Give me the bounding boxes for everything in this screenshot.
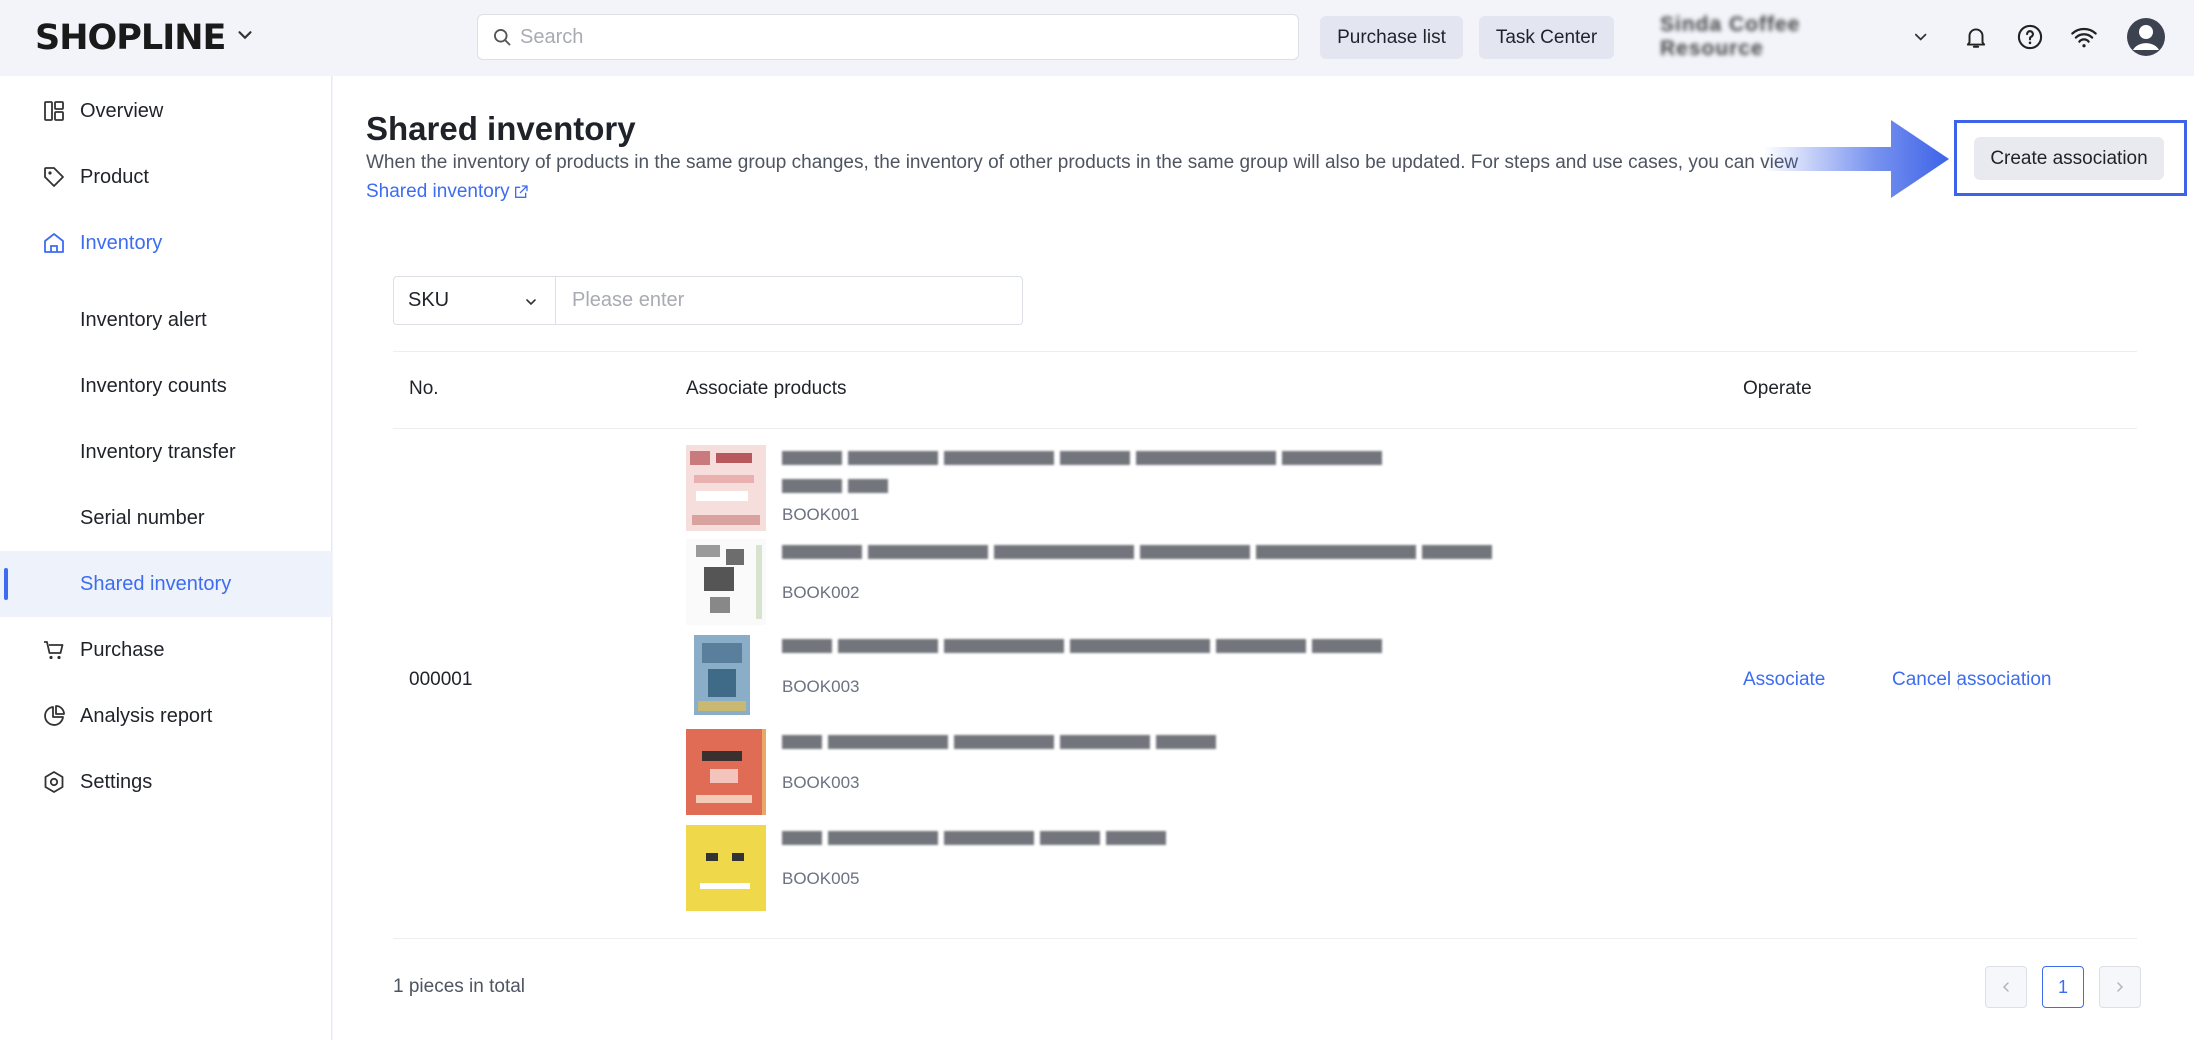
product-name-redacted: [782, 479, 894, 497]
product-thumbnail: [686, 729, 766, 815]
associated-product[interactable]: BOOK002: [686, 539, 1586, 625]
associated-product[interactable]: BOOK005: [686, 825, 1586, 911]
external-link-icon: [514, 185, 528, 198]
sidebar-item-purchase[interactable]: Purchase: [0, 617, 332, 683]
dashboard-icon: [44, 101, 64, 121]
warehouse-icon: [44, 233, 64, 253]
row-number: 000001: [409, 669, 473, 690]
purchase-list-button[interactable]: Purchase list: [1320, 16, 1463, 59]
sidebar-item-settings[interactable]: Settings: [0, 749, 332, 815]
associated-product[interactable]: BOOK003: [686, 633, 1586, 719]
page-title: Shared inventory: [366, 110, 636, 147]
associated-product[interactable]: BOOK001: [686, 445, 1586, 531]
search-input[interactable]: [520, 21, 1280, 53]
sidebar-item-label: Analysis report: [80, 704, 213, 727]
table-header: No. Associate products Operate: [393, 351, 2137, 429]
sidebar-item-label: Product: [80, 165, 149, 188]
column-header-no: No.: [409, 378, 439, 399]
sidebar-item-product[interactable]: Product: [0, 144, 332, 210]
shopline-logo[interactable]: SHOPLINE: [35, 18, 226, 58]
tag-icon: [44, 167, 64, 187]
product-thumbnail: [694, 635, 750, 715]
product-sku: BOOK005: [782, 869, 860, 888]
product-sku: BOOK003: [782, 773, 860, 792]
cancel-association-link[interactable]: Cancel association: [1892, 669, 2051, 691]
sidebar-item-label: Serial number: [80, 506, 205, 529]
sidebar-item-label: Settings: [80, 770, 153, 793]
filter-field-select[interactable]: SKU: [394, 277, 556, 324]
sidebar-item-label: Inventory transfer: [80, 440, 236, 463]
store-switcher[interactable]: Sinda Coffee Resource: [1660, 13, 1930, 60]
help-link-label: Shared inventory: [366, 181, 510, 202]
sku-filter: SKU: [393, 276, 1023, 325]
product-sku: BOOK002: [782, 583, 860, 602]
search-box[interactable]: [477, 14, 1299, 60]
create-association-button[interactable]: Create association: [1974, 137, 2164, 180]
product-name-redacted: [782, 735, 1222, 753]
cart-icon: [44, 641, 64, 660]
top-bar: SHOPLINE Purchase list Task Center Sinda…: [0, 0, 2194, 76]
page-description: When the inventory of products in the sa…: [366, 152, 1799, 173]
filter-field-value: SKU: [408, 289, 450, 311]
bell-icon[interactable]: [1959, 20, 1993, 54]
chevron-down-icon: [526, 299, 536, 306]
pie-chart-icon: [44, 705, 65, 726]
sidebar-subitem-serial-number[interactable]: Serial number: [0, 485, 332, 551]
sidebar-subitem-shared-inventory[interactable]: Shared inventory: [0, 551, 332, 617]
sidebar-subitem-inventory-alert[interactable]: Inventory alert: [0, 287, 332, 353]
search-icon: [494, 29, 511, 46]
total-count: 1 pieces in total: [393, 976, 526, 997]
chevron-right-icon: [2117, 982, 2124, 992]
product-sku: BOOK001: [782, 505, 860, 524]
filter-search-input[interactable]: [556, 277, 1022, 324]
product-name-redacted: [782, 451, 1388, 469]
shared-inventory-help-link[interactable]: Shared inventory: [366, 181, 529, 203]
hexagon-gear-icon: [44, 771, 64, 793]
store-name: Sinda Coffee Resource: [1660, 13, 1801, 60]
product-name-redacted: [782, 831, 1172, 849]
sidebar-subitem-inventory-transfer[interactable]: Inventory transfer: [0, 419, 332, 485]
column-header-products: Associate products: [686, 378, 847, 399]
sidebar-item-overview[interactable]: Overview: [0, 78, 332, 144]
product-name-redacted: [782, 545, 1498, 563]
pagination-next-button[interactable]: [2099, 966, 2141, 1008]
product-thumbnail: [686, 445, 766, 531]
task-center-button[interactable]: Task Center: [1479, 16, 1614, 59]
product-name-redacted: [782, 639, 1388, 657]
chevron-down-icon: [1914, 33, 1927, 41]
sidebar-item-label: Inventory alert: [80, 308, 207, 331]
product-sku: BOOK003: [782, 677, 860, 696]
wifi-icon[interactable]: [2067, 20, 2101, 54]
sidebar-item-label: Purchase: [80, 638, 165, 661]
sidebar-item-analysis-report[interactable]: Analysis report: [0, 683, 332, 749]
sidebar-item-label: Inventory: [80, 231, 163, 254]
sidebar: Overview Product Inventory Inventory ale…: [0, 76, 332, 1040]
product-thumbnail: [686, 825, 766, 911]
help-icon[interactable]: [2013, 20, 2047, 54]
avatar-icon[interactable]: [2126, 17, 2166, 57]
sidebar-item-label: Shared inventory: [80, 572, 232, 595]
associate-link[interactable]: Associate: [1743, 669, 1825, 691]
product-thumbnail: [686, 539, 766, 625]
main-content: Shared inventory When the inventory of p…: [333, 76, 2194, 1040]
pointer-arrow-icon: [1763, 120, 1949, 198]
sidebar-item-label: Overview: [80, 99, 164, 122]
associated-product[interactable]: BOOK003: [686, 729, 1586, 815]
pagination-prev-button[interactable]: [1985, 966, 2027, 1008]
column-header-operate: Operate: [1743, 378, 1812, 399]
sidebar-subitem-inventory-counts[interactable]: Inventory counts: [0, 353, 332, 419]
sidebar-item-inventory[interactable]: Inventory: [0, 210, 332, 276]
pagination-page-button[interactable]: 1: [2042, 966, 2084, 1008]
sidebar-item-label: Inventory counts: [80, 374, 227, 397]
chevron-left-icon: [2002, 982, 2009, 992]
table-row: 000001 BOOK001 BOOK002 BOOK003 BOOK003 B…: [393, 429, 2137, 939]
chevron-down-icon[interactable]: [234, 24, 256, 46]
